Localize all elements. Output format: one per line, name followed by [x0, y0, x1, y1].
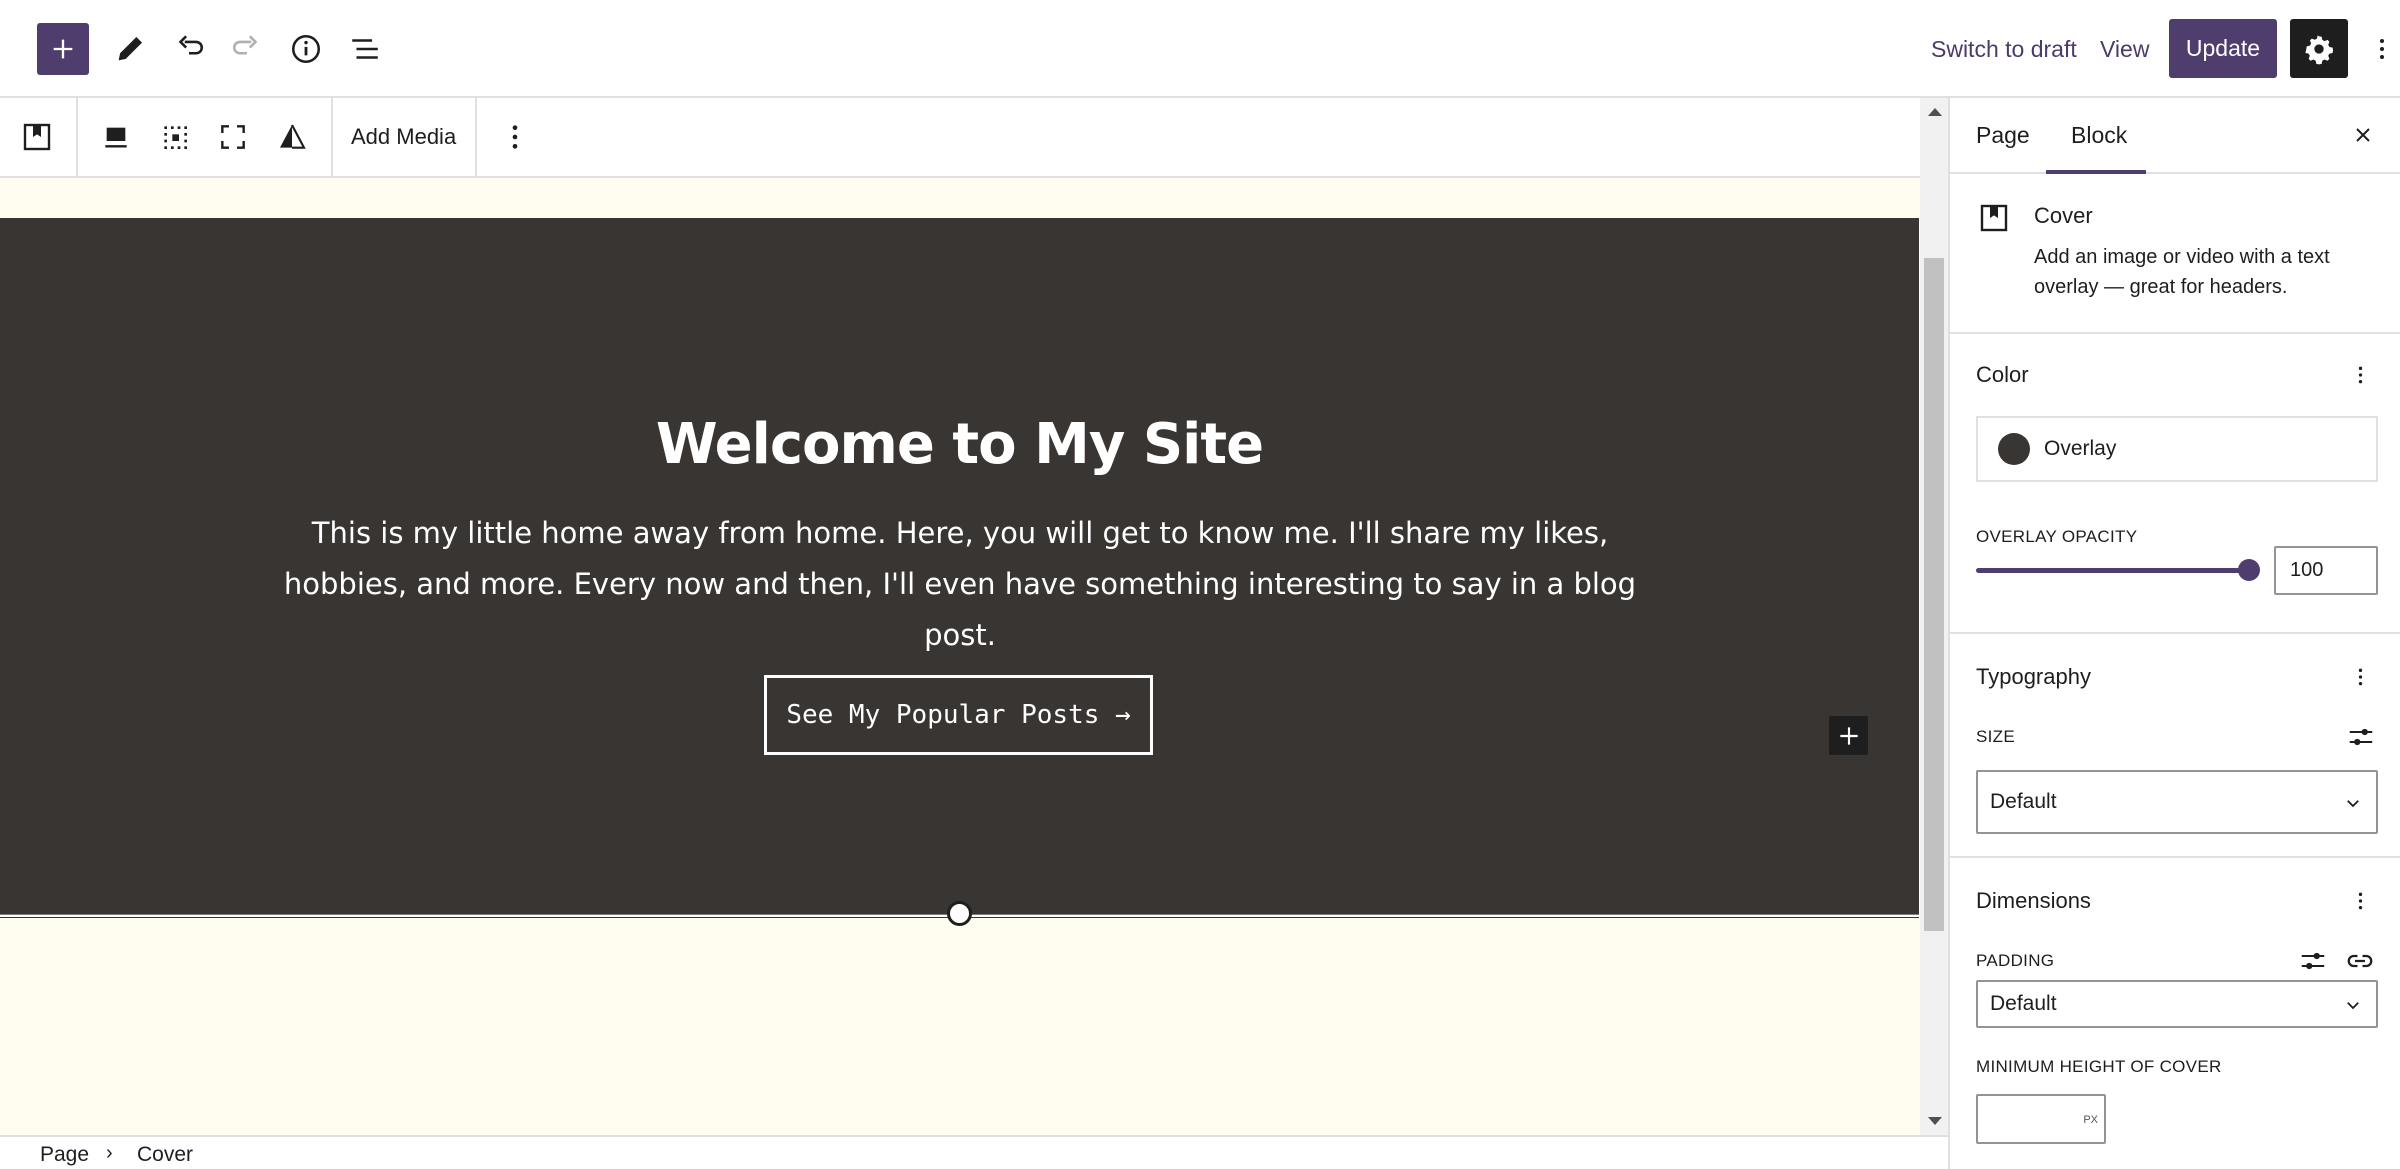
tab-page[interactable]: Page — [1976, 118, 2030, 152]
kebab-icon — [2358, 366, 2362, 384]
scroll-thumb[interactable] — [1924, 258, 1944, 931]
cover-block-icon — [23, 123, 51, 151]
view-link[interactable]: View — [2100, 30, 2149, 68]
min-height-unit[interactable]: PX — [2083, 1114, 2098, 1126]
color-panel: Color Overlay OVERLAY OPACITY 100 — [1950, 334, 2400, 634]
tab-block[interactable]: Block — [2071, 118, 2127, 152]
scroll-up-arrow[interactable] — [1928, 108, 1942, 116]
cover-block[interactable]: Welcome to My Site This is my little hom… — [0, 218, 1919, 918]
dimensions-panel: Dimensions PADDING Default MINIMUM HEIGH… — [1950, 858, 2400, 1169]
toolbar-separator — [331, 98, 333, 176]
overlay-label: Overlay — [2044, 437, 2117, 460]
add-media-button[interactable]: Add Media — [351, 120, 456, 154]
block-card: Cover Add an image or video with a text … — [1950, 174, 2400, 334]
kebab-icon — [2380, 39, 2384, 59]
options-menu-button[interactable] — [2370, 28, 2394, 70]
opacity-slider-thumb[interactable] — [2238, 559, 2260, 581]
fullscreen-icon — [221, 125, 245, 149]
add-block-button[interactable] — [1829, 716, 1868, 755]
opacity-slider-track[interactable] — [1976, 568, 2248, 573]
settings-sidebar: Page Block Cover Add an image or video w… — [1948, 98, 2400, 1169]
pencil-icon — [118, 36, 143, 61]
cover-paragraph[interactable]: This is my little home away from home. H… — [270, 508, 1650, 661]
block-name: Cover — [2034, 203, 2093, 228]
cover-heading[interactable]: Welcome to My Site — [0, 410, 1919, 480]
list-view-icon — [352, 39, 378, 59]
typography-panel: Typography SIZE Default — [1950, 634, 2400, 858]
editor-top-bar: Switch to draft View Update — [0, 0, 2400, 98]
switch-to-draft-link[interactable]: Switch to draft — [1931, 30, 2077, 68]
kebab-icon — [2358, 892, 2362, 910]
overlay-opacity-label: OVERLAY OPACITY — [1976, 527, 2138, 546]
scroll-down-arrow[interactable] — [1928, 1117, 1942, 1125]
kebab-icon — [2358, 668, 2362, 686]
settings-button[interactable] — [2290, 19, 2348, 78]
dimensions-options-button[interactable] — [2348, 886, 2372, 916]
chevron-down-icon — [2347, 800, 2359, 808]
editor-canvas: Welcome to My Site This is my little hom… — [0, 178, 1920, 1135]
content-position-button[interactable] — [154, 116, 196, 158]
cover-block-icon — [1980, 204, 2008, 232]
duotone-button[interactable] — [271, 116, 313, 158]
close-icon — [2356, 128, 2370, 142]
link-sides-icon[interactable] — [2344, 946, 2376, 976]
typography-panel-title[interactable]: Typography — [1976, 662, 2091, 692]
popular-posts-button[interactable]: See My Popular Posts → — [764, 675, 1153, 755]
kebab-icon — [512, 125, 518, 149]
block-description: Add an image or video with a text overla… — [2034, 246, 2330, 298]
min-height-input[interactable]: PX — [1976, 1094, 2106, 1144]
update-button[interactable]: Update — [2169, 19, 2277, 78]
breadcrumb: Page › Cover — [0, 1135, 1948, 1169]
sidebar-tabs: Page Block — [1950, 98, 2400, 174]
dimensions-panel-title[interactable]: Dimensions — [1976, 886, 2091, 916]
block-inserter-button[interactable] — [37, 23, 89, 75]
size-label: SIZE — [1976, 727, 2015, 746]
font-size-select[interactable]: Default — [1976, 770, 2378, 834]
custom-size-toggle-icon[interactable] — [2346, 722, 2376, 752]
padding-label: PADDING — [1976, 951, 2055, 970]
typography-options-button[interactable] — [2348, 662, 2372, 692]
info-icon — [291, 34, 321, 64]
chevron-right-icon: › — [106, 1142, 113, 1164]
custom-padding-toggle-icon[interactable] — [2298, 946, 2328, 976]
block-options-button[interactable] — [494, 116, 536, 158]
redo-icon — [233, 35, 258, 55]
overlay-icon — [105, 127, 127, 148]
overlay-swatch — [1998, 433, 2030, 465]
min-height-label: MINIMUM HEIGHT OF COVER — [1976, 1057, 2222, 1076]
close-sidebar-button[interactable] — [2348, 120, 2378, 150]
opacity-input[interactable]: 100 — [2274, 546, 2378, 595]
details-button[interactable] — [282, 25, 330, 73]
gear-icon — [2305, 34, 2333, 64]
color-options-button[interactable] — [2348, 360, 2372, 390]
list-view-button[interactable] — [341, 25, 389, 73]
canvas-scrollbar[interactable] — [1920, 98, 1948, 1135]
block-toolbar: Add Media — [0, 98, 1920, 178]
overlay-color-control[interactable]: Overlay — [1976, 416, 2378, 482]
plus-icon — [53, 39, 73, 59]
breadcrumb-cover[interactable]: Cover — [137, 1141, 193, 1169]
breadcrumb-page[interactable]: Page — [40, 1141, 89, 1169]
chevron-down-icon — [2347, 1002, 2359, 1010]
full-height-button[interactable] — [212, 116, 254, 158]
padding-value: Default — [1990, 992, 2057, 1015]
toolbar-separator — [76, 98, 78, 176]
redo-button[interactable] — [223, 25, 271, 73]
tools-button[interactable] — [106, 25, 154, 73]
color-panel-title[interactable]: Color — [1976, 360, 2029, 390]
duotone-icon — [280, 124, 306, 149]
overlay-color-button[interactable] — [95, 116, 137, 158]
undo-button[interactable] — [165, 25, 213, 73]
toolbar-separator — [475, 98, 477, 176]
font-size-value: Default — [1990, 790, 2057, 813]
padding-select[interactable]: Default — [1976, 980, 2378, 1028]
plus-icon — [1839, 726, 1858, 745]
position-icon — [164, 126, 187, 149]
undo-icon — [178, 35, 203, 55]
block-type-button[interactable] — [16, 116, 58, 158]
cover-resize-handle[interactable] — [947, 901, 972, 926]
